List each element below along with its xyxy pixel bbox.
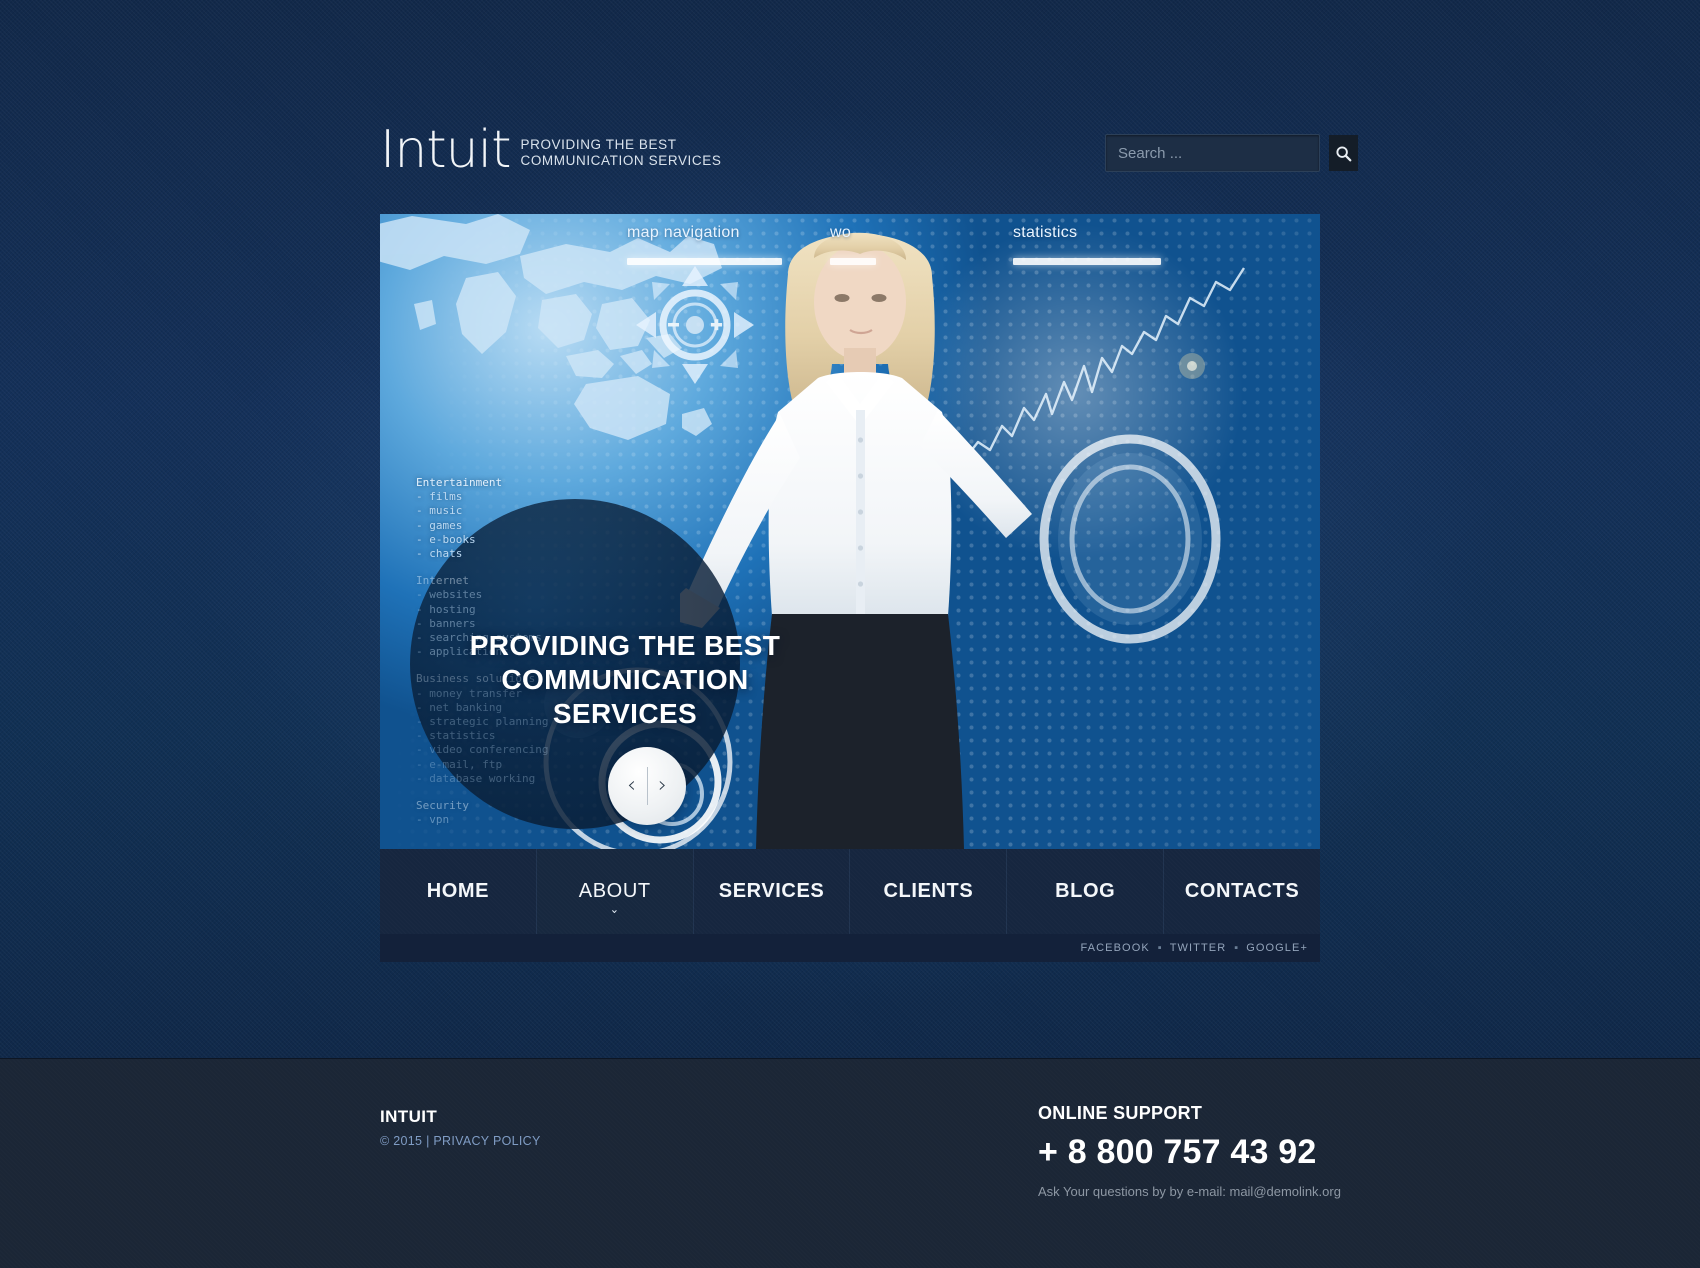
service-list-item: - websites bbox=[416, 588, 483, 602]
chevron-down-icon: ⌄ bbox=[609, 902, 620, 916]
service-list-item: - films bbox=[416, 490, 463, 504]
service-list-item: - hosting bbox=[416, 602, 476, 616]
main-navigation[interactable]: HOME ABOUT ⌄ SERVICES CLIENTS BLOG CONTACTS bbox=[380, 849, 1320, 934]
support-email-text: Ask Your questions by by e-mail: mail@de… bbox=[1038, 1184, 1341, 1199]
site-header: Intuit PROVIDING THE BEST COMMUNICATION … bbox=[380, 124, 1358, 186]
tagline-line-1: PROVIDING THE BEST bbox=[520, 137, 677, 152]
service-group-title: Internet bbox=[416, 574, 469, 588]
nav-item-label: CONTACTS bbox=[1184, 880, 1300, 902]
nav-item-about[interactable]: ABOUT ⌄ bbox=[536, 849, 694, 934]
hero-caption-line-1: PROVIDING THE BEST bbox=[469, 630, 781, 661]
footer-left: INTUIT © 2015 | PRIVACY POLICY bbox=[380, 1107, 541, 1148]
service-list-item: - e-mail, ftp bbox=[416, 757, 503, 771]
search-button[interactable] bbox=[1329, 135, 1358, 171]
social-links-bar[interactable]: FACEBOOK ▪ TWITTER ▪ GOOGLE+ bbox=[380, 934, 1320, 962]
hero-label-work: wo bbox=[830, 224, 950, 265]
hero-label-bar bbox=[1013, 258, 1161, 265]
hero-person-photo bbox=[680, 232, 1032, 849]
service-list-item: - games bbox=[416, 518, 463, 532]
nav-item-label: BLOG bbox=[1055, 880, 1116, 902]
hero-label-text: statistics bbox=[1013, 224, 1078, 241]
footer-brand: INTUIT bbox=[380, 1107, 438, 1126]
footer-copyright-text: © 2015 | bbox=[380, 1134, 434, 1148]
nav-item-blog[interactable]: BLOG bbox=[1007, 849, 1165, 934]
hero-label-map-navigation: map navigation bbox=[627, 224, 782, 265]
slider-navigation[interactable]: ‹ › bbox=[608, 747, 686, 825]
social-separator: ▪ bbox=[1157, 942, 1162, 954]
hero-slider[interactable]: map navigation wo statistics Entertainme… bbox=[380, 214, 1320, 849]
footer-right: ONLINE SUPPORT + 8 800 757 43 92 Ask You… bbox=[1038, 1103, 1341, 1199]
social-link-twitter[interactable]: TWITTER bbox=[1170, 942, 1227, 954]
hero-label-text: map navigation bbox=[627, 224, 740, 241]
hero-label-text: wo bbox=[830, 224, 852, 241]
online-support-title: ONLINE SUPPORT bbox=[1038, 1103, 1203, 1123]
hero-label-bar bbox=[627, 258, 782, 265]
hero-caption: PROVIDING THE BEST COMMUNICATION SERVICE… bbox=[380, 629, 870, 731]
service-list-item: - statistics bbox=[416, 729, 496, 743]
nav-item-clients[interactable]: CLIENTS bbox=[850, 849, 1008, 934]
nav-item-contacts[interactable]: CONTACTS bbox=[1164, 849, 1320, 934]
site-footer: INTUIT © 2015 | PRIVACY POLICY ONLINE SU… bbox=[0, 1058, 1700, 1268]
hero-caption-line-2: COMMUNICATION bbox=[501, 664, 749, 695]
nav-item-label: CLIENTS bbox=[883, 880, 974, 902]
service-list-item: - video conferencing bbox=[416, 743, 549, 757]
hand-touch-glow bbox=[1039, 434, 1221, 644]
slider-prev-button[interactable]: ‹ bbox=[617, 766, 647, 806]
service-group-title: Entertainment bbox=[416, 476, 503, 489]
nav-item-label: SERVICES bbox=[718, 880, 825, 902]
social-link-facebook[interactable]: FACEBOOK bbox=[1080, 942, 1149, 954]
service-group-title: Security bbox=[416, 799, 469, 813]
service-list-item: - chats bbox=[416, 547, 463, 561]
search-icon bbox=[1336, 145, 1352, 161]
site-logo[interactable]: Intuit bbox=[380, 124, 511, 176]
social-link-google-plus[interactable]: GOOGLE+ bbox=[1246, 942, 1308, 954]
privacy-policy-link[interactable]: PRIVACY POLICY bbox=[433, 1134, 540, 1148]
footer-copyright: © 2015 | PRIVACY POLICY bbox=[380, 1134, 541, 1148]
hero-label-statistics: statistics bbox=[1013, 224, 1173, 265]
hero-caption-line-3: SERVICES bbox=[552, 698, 698, 729]
support-phone-number: + 8 800 757 43 92 bbox=[1038, 1133, 1317, 1171]
social-separator: ▪ bbox=[1234, 942, 1239, 954]
search-input[interactable] bbox=[1106, 135, 1329, 171]
service-list-item: - music bbox=[416, 504, 463, 518]
nav-item-services[interactable]: SERVICES bbox=[694, 849, 851, 934]
logo-block[interactable]: Intuit PROVIDING THE BEST COMMUNICATION … bbox=[380, 124, 721, 176]
service-list-item: - e-books bbox=[416, 532, 476, 546]
nav-item-label: HOME bbox=[426, 880, 490, 902]
hero-label-bar bbox=[830, 258, 876, 265]
site-tagline: PROVIDING THE BEST COMMUNICATION SERVICE… bbox=[520, 137, 721, 169]
nav-item-label: ABOUT bbox=[578, 880, 651, 902]
nav-item-home[interactable]: HOME bbox=[380, 849, 537, 934]
tagline-line-2: COMMUNICATION SERVICES bbox=[520, 153, 722, 168]
service-list-item: - database working bbox=[416, 771, 536, 785]
service-list-item: - vpn bbox=[416, 813, 450, 827]
slider-next-button[interactable]: › bbox=[648, 766, 678, 806]
search-box[interactable] bbox=[1105, 134, 1358, 172]
